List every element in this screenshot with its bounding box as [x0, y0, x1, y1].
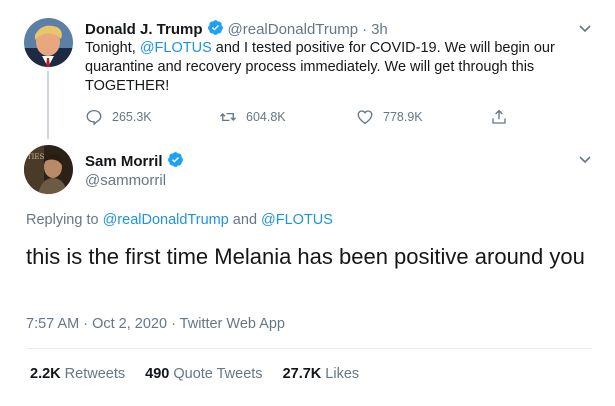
reply-author-handle[interactable]: @sammorril: [85, 172, 166, 189]
retweet-icon: [220, 112, 236, 122]
replying-mention-flotus[interactable]: @FLOTUS: [261, 212, 333, 228]
trump-avatar[interactable]: [24, 18, 73, 67]
chevron-down-icon[interactable]: [577, 20, 593, 36]
reply-author-name-row: Sam Morril: [85, 151, 188, 172]
stat-label: Retweets: [64, 366, 126, 382]
tweet-actions-bar: 265.3K 604.8K 778.9K: [85, 108, 515, 128]
reply-count: 265.3K: [112, 110, 152, 124]
stat-quote-tweets[interactable]: 490 Quote Tweets: [145, 366, 262, 382]
verified-badge-icon: [167, 151, 184, 172]
stat-label: Likes: [325, 366, 360, 382]
original-tweet-header: Donald J. Trump @realDonaldTrump · 3h: [85, 19, 388, 40]
replying-mention-trump[interactable]: @realDonaldTrump: [103, 212, 229, 228]
retweet-button[interactable]: 604.8K: [219, 108, 286, 126]
reply-button[interactable]: 265.3K: [85, 108, 152, 126]
share-button[interactable]: [490, 108, 517, 126]
stat-retweets[interactable]: 2.2K Retweets: [30, 366, 125, 382]
like-button[interactable]: 778.9K: [356, 108, 423, 126]
stat-count: 2.2K: [30, 366, 61, 382]
original-author-handle[interactable]: @realDonaldTrump: [228, 21, 359, 38]
flotus-mention-link[interactable]: @FLOTUS: [140, 40, 212, 56]
like-count: 778.9K: [383, 110, 423, 124]
reply-stats-bar: 2.2K Retweets 490 Quote Tweets 27.7K Lik…: [30, 366, 379, 382]
thread-connector-line: [47, 71, 49, 139]
original-author-name[interactable]: Donald J. Trump: [85, 21, 203, 38]
sam-morril-avatar[interactable]: TIES: [24, 145, 73, 194]
original-tweet-time[interactable]: 3h: [371, 21, 388, 38]
header-separator: ·: [362, 21, 368, 38]
divider: [26, 348, 592, 349]
retweet-count: 604.8K: [246, 110, 286, 124]
stat-likes[interactable]: 27.7K Likes: [283, 366, 360, 382]
replying-and: and: [228, 212, 262, 228]
stat-label: Quote Tweets: [173, 366, 263, 382]
replying-to-line: Replying to @realDonaldTrump and @FLOTUS: [26, 212, 333, 228]
verified-badge-icon: [207, 19, 224, 40]
stat-count: 27.7K: [282, 366, 322, 382]
svg-text:TIES: TIES: [27, 153, 45, 161]
tweet-text-part: Tonight,: [85, 40, 140, 56]
stat-count: 490: [145, 366, 170, 382]
heart-icon: [357, 110, 373, 125]
reply-author-name[interactable]: Sam Morril: [85, 153, 163, 170]
share-icon: [492, 109, 506, 124]
reply-tweet-text: this is the first time Melania has been …: [26, 244, 585, 269]
original-tweet-text: Tonight, @FLOTUS and I tested positive f…: [85, 39, 585, 96]
chevron-down-icon[interactable]: [577, 151, 593, 167]
reply-tweet-timestamp[interactable]: 7:57 AM · Oct 2, 2020 · Twitter Web App: [26, 316, 285, 332]
replying-to-prefix: Replying to: [26, 212, 103, 228]
reply-icon: [86, 109, 102, 126]
